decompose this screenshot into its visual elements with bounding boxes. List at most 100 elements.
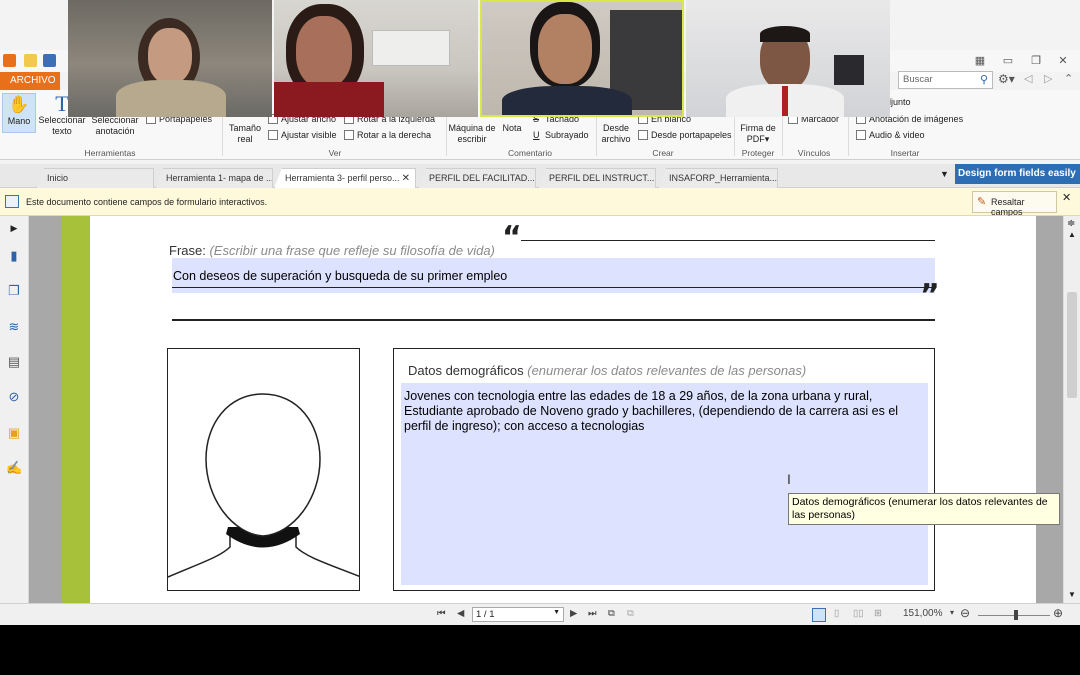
page-number-input[interactable]: 1 / 1 ▼ <box>472 607 564 622</box>
design-form-fields-button[interactable]: Design form fields easily <box>955 164 1080 184</box>
clipboard-create-icon <box>638 130 648 140</box>
highlight-fields-button[interactable]: ✎ Resaltar campos <box>972 191 1057 217</box>
close-infobar-icon[interactable]: ✕ <box>1062 191 1071 204</box>
frase-top-line <box>521 240 935 241</box>
highlight-fields-label: Resaltar campos <box>991 197 1025 217</box>
air-conditioner <box>372 30 450 66</box>
back-arrow-icon[interactable]: ◁ <box>1024 72 1032 85</box>
from-clipboard-button[interactable]: Desde portapapeles <box>638 130 732 141</box>
video-tile-4 <box>686 0 890 117</box>
frase-bottom-line <box>172 319 935 321</box>
pdf-sign-button[interactable]: Firma de PDF▾ <box>736 123 780 145</box>
form-info-bar: Este documento contiene campos de formul… <box>0 188 1080 217</box>
typewriter-button[interactable]: Máquina de escribir <box>448 123 496 145</box>
hand-icon: ✋ <box>8 95 30 114</box>
first-page-icon[interactable]: ⏮ <box>437 608 446 619</box>
frase-label: Frase: <box>169 243 206 258</box>
prev-page-icon[interactable]: ◀ <box>457 608 464 619</box>
open-icon[interactable] <box>24 54 37 67</box>
minimize-ribbon-icon[interactable]: ▭ <box>1000 53 1016 69</box>
search-icon[interactable]: ⚲ <box>980 73 988 86</box>
grid-icon[interactable]: ▦ <box>972 53 988 69</box>
pages-icon[interactable]: ❐ <box>6 283 22 299</box>
zoom-dropdown-icon[interactable]: ▾ <box>950 608 954 617</box>
note-button[interactable]: Nota <box>498 123 526 134</box>
tab-perfil-facilitador[interactable]: PERFIL DEL FACILITAD... <box>418 168 536 188</box>
tabs-dropdown-icon[interactable]: ▼ <box>940 169 949 179</box>
actual-size-button[interactable]: Tamaño real <box>226 123 264 145</box>
page-dropdown-icon[interactable]: ▼ <box>553 609 560 616</box>
lock-icon[interactable]: ▣ <box>6 425 22 441</box>
underline-button[interactable]: U Subrayado <box>533 130 589 141</box>
select-annotation-label: Seleccionar anotación <box>91 115 139 136</box>
close-tab-icon[interactable]: ✕ <box>402 173 410 184</box>
participant-body <box>502 86 632 115</box>
file-tab[interactable]: ARCHIVO <box>0 72 60 90</box>
frase-field-line <box>172 287 935 288</box>
tab-herramienta-3[interactable]: Herramienta 3- perfil perso... ✕ <box>274 168 416 188</box>
tab-perfil-instructor[interactable]: PERFIL DEL INSTRUCT... <box>538 168 656 188</box>
next-view-icon[interactable]: ⧉ <box>627 608 634 619</box>
facing-page-icon[interactable]: ▯▯ <box>853 608 863 619</box>
group-comentario: Comentario <box>508 148 552 158</box>
comments-icon[interactable]: ▤ <box>6 354 22 370</box>
expand-panel-icon[interactable]: ▶ <box>6 220 22 236</box>
tab-inicio[interactable]: Inicio <box>36 168 154 188</box>
video-tile-2 <box>274 0 478 117</box>
actual-size-label: Tamaño real <box>228 123 262 144</box>
pencil-icon: ✎ <box>977 196 987 208</box>
fit-visible-button[interactable]: Ajustar visible <box>268 130 337 141</box>
scroll-thumb[interactable] <box>1067 292 1077 398</box>
forward-arrow-icon[interactable]: ▷ <box>1044 72 1052 85</box>
tab-label: Herramienta 3- perfil perso... <box>285 173 400 183</box>
save-icon[interactable] <box>43 54 56 67</box>
layers-icon[interactable]: ≋ <box>6 319 22 335</box>
single-page-icon[interactable] <box>812 608 826 622</box>
bookmark-icon[interactable]: ▮ <box>6 248 22 264</box>
tab-insaforp[interactable]: INSAFORP_Herramienta... <box>658 168 778 188</box>
vertical-scrollbar[interactable]: ≑ ▲ ▼ <box>1063 216 1080 603</box>
document-tabs: Inicio Herramienta 1- mapa de ... Herram… <box>0 164 1080 188</box>
close-window-icon[interactable]: ✕ <box>1055 53 1071 69</box>
collapse-icon[interactable]: ⌃ <box>1064 72 1073 85</box>
tab-label: Herramienta 1- mapa de ... <box>166 173 273 183</box>
tab-herramienta-1[interactable]: Herramienta 1- mapa de ... <box>155 168 273 188</box>
zoom-out-icon[interactable]: ⊖ <box>960 606 970 620</box>
settings-gear-icon[interactable]: ⚙▾ <box>998 72 1015 86</box>
rotate-right-button[interactable]: Rotar a la derecha <box>344 130 431 141</box>
next-page-icon[interactable]: ▶ <box>570 608 577 619</box>
from-clipboard-label: Desde portapapeles <box>651 130 732 140</box>
zoom-level[interactable]: 151,00% <box>903 608 942 619</box>
group-herramientas: Herramientas <box>84 148 136 158</box>
field-tooltip: Datos demográficos (enumerar los datos r… <box>788 493 1060 525</box>
demographics-value: Jovenes con tecnologia entre las edades … <box>404 389 899 433</box>
scroll-down-icon[interactable]: ▼ <box>1068 590 1076 599</box>
tab-label: PERFIL DEL FACILITAD... <box>429 173 535 183</box>
from-file-button[interactable]: Desde archivo <box>598 123 634 145</box>
group-ver: Ver <box>328 148 342 158</box>
from-file-label: Desde archivo <box>601 123 631 144</box>
audio-video-button[interactable]: Audio & video <box>856 130 925 141</box>
note-label: Nota <box>502 123 522 133</box>
rotate-right-icon <box>344 130 354 140</box>
signature-icon[interactable]: ✍ <box>6 460 22 476</box>
demographics-field[interactable]: Jovenes con tecnologia entre las edades … <box>401 383 928 585</box>
fit-visible-label: Ajustar visible <box>281 130 337 140</box>
continuous-facing-icon[interactable]: ⊞ <box>874 608 882 619</box>
split-icon[interactable]: ≑ <box>1067 218 1075 229</box>
search-input[interactable]: Buscar <box>898 71 993 89</box>
restore-icon[interactable]: ❐ <box>1028 53 1044 69</box>
zoom-slider-thumb[interactable] <box>1014 610 1018 620</box>
select-annotation-button[interactable]: Seleccionar anotación <box>88 115 142 137</box>
zoom-in-icon[interactable]: ⊕ <box>1053 606 1063 620</box>
previous-view-icon[interactable]: ⧉ <box>608 608 615 619</box>
pdf-sign-label: Firma de PDF▾ <box>740 123 776 144</box>
last-page-icon[interactable]: ⏭ <box>588 608 597 619</box>
frase-field[interactable]: Con deseos de superación y busqueda de s… <box>172 258 935 293</box>
continuous-page-icon[interactable]: ▯ <box>834 608 839 619</box>
scroll-up-icon[interactable]: ▲ <box>1068 230 1076 239</box>
hand-tool-button[interactable]: ✋ Mano <box>2 93 36 133</box>
participant-body <box>116 80 226 117</box>
attachment-icon[interactable]: ⊘ <box>6 389 22 405</box>
tab-label: INSAFORP_Herramienta... <box>669 173 778 183</box>
